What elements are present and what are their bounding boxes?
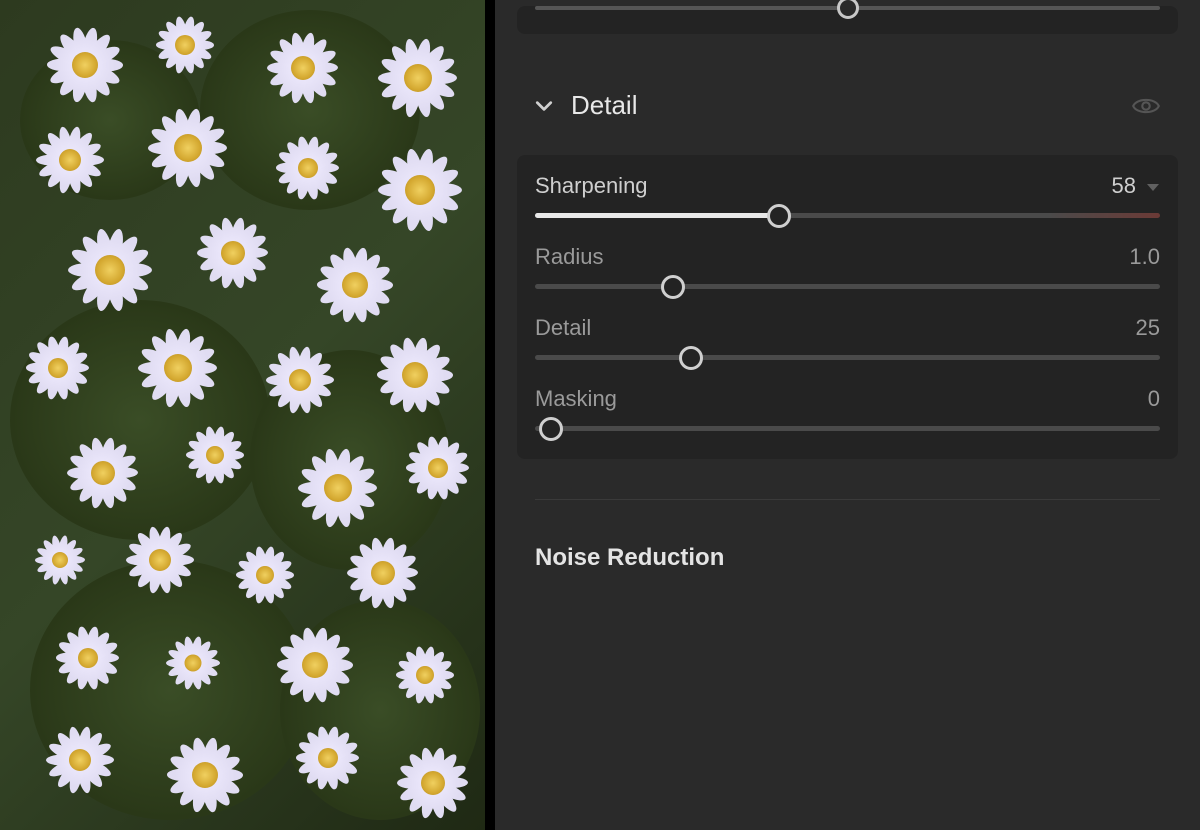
masking-label: Masking [535, 386, 617, 412]
masking-slider-row: Masking 0 [535, 386, 1160, 431]
radius-value[interactable]: 1.0 [1129, 244, 1160, 270]
triangle-down-icon[interactable] [1146, 173, 1160, 199]
eye-icon[interactable] [1132, 92, 1160, 120]
preview-photo [0, 0, 485, 830]
noise-reduction-header: Noise Reduction [495, 500, 1200, 572]
radius-slider-handle[interactable] [661, 275, 685, 299]
image-preview-pane[interactable] [0, 0, 495, 830]
masking-slider-handle[interactable] [539, 417, 563, 441]
partial-slider-track[interactable] [535, 6, 1160, 10]
detail-section-header[interactable]: Detail [495, 52, 1200, 155]
detail-label: Detail [535, 315, 591, 341]
section-title: Detail [571, 90, 1132, 121]
detail-value[interactable]: 25 [1136, 315, 1160, 341]
noise-reduction-title: Noise Reduction [535, 544, 724, 571]
radius-slider-row: Radius 1.0 [535, 244, 1160, 289]
radius-slider-track[interactable] [535, 284, 1160, 289]
partial-slider-handle[interactable] [837, 0, 859, 19]
chevron-down-icon [535, 97, 553, 115]
detail-slider-track[interactable] [535, 355, 1160, 360]
previous-slider-group-partial [517, 6, 1178, 34]
detail-slider-row: Detail 25 [535, 315, 1160, 360]
sharpening-slider-track[interactable] [535, 213, 1160, 218]
masking-value[interactable]: 0 [1148, 386, 1160, 412]
detail-slider-handle[interactable] [679, 346, 703, 370]
sharpening-slider-group: Sharpening 58 Radius 1.0 [517, 155, 1178, 459]
sharpening-value[interactable]: 58 [1112, 173, 1160, 199]
detail-panel: Detail Sharpening 58 Radius [495, 0, 1200, 830]
masking-slider-track[interactable] [535, 426, 1160, 431]
radius-label: Radius [535, 244, 603, 270]
sharpening-label: Sharpening [535, 173, 648, 199]
sharpening-slider-handle[interactable] [767, 204, 791, 228]
sharpening-slider-row: Sharpening 58 [535, 173, 1160, 218]
